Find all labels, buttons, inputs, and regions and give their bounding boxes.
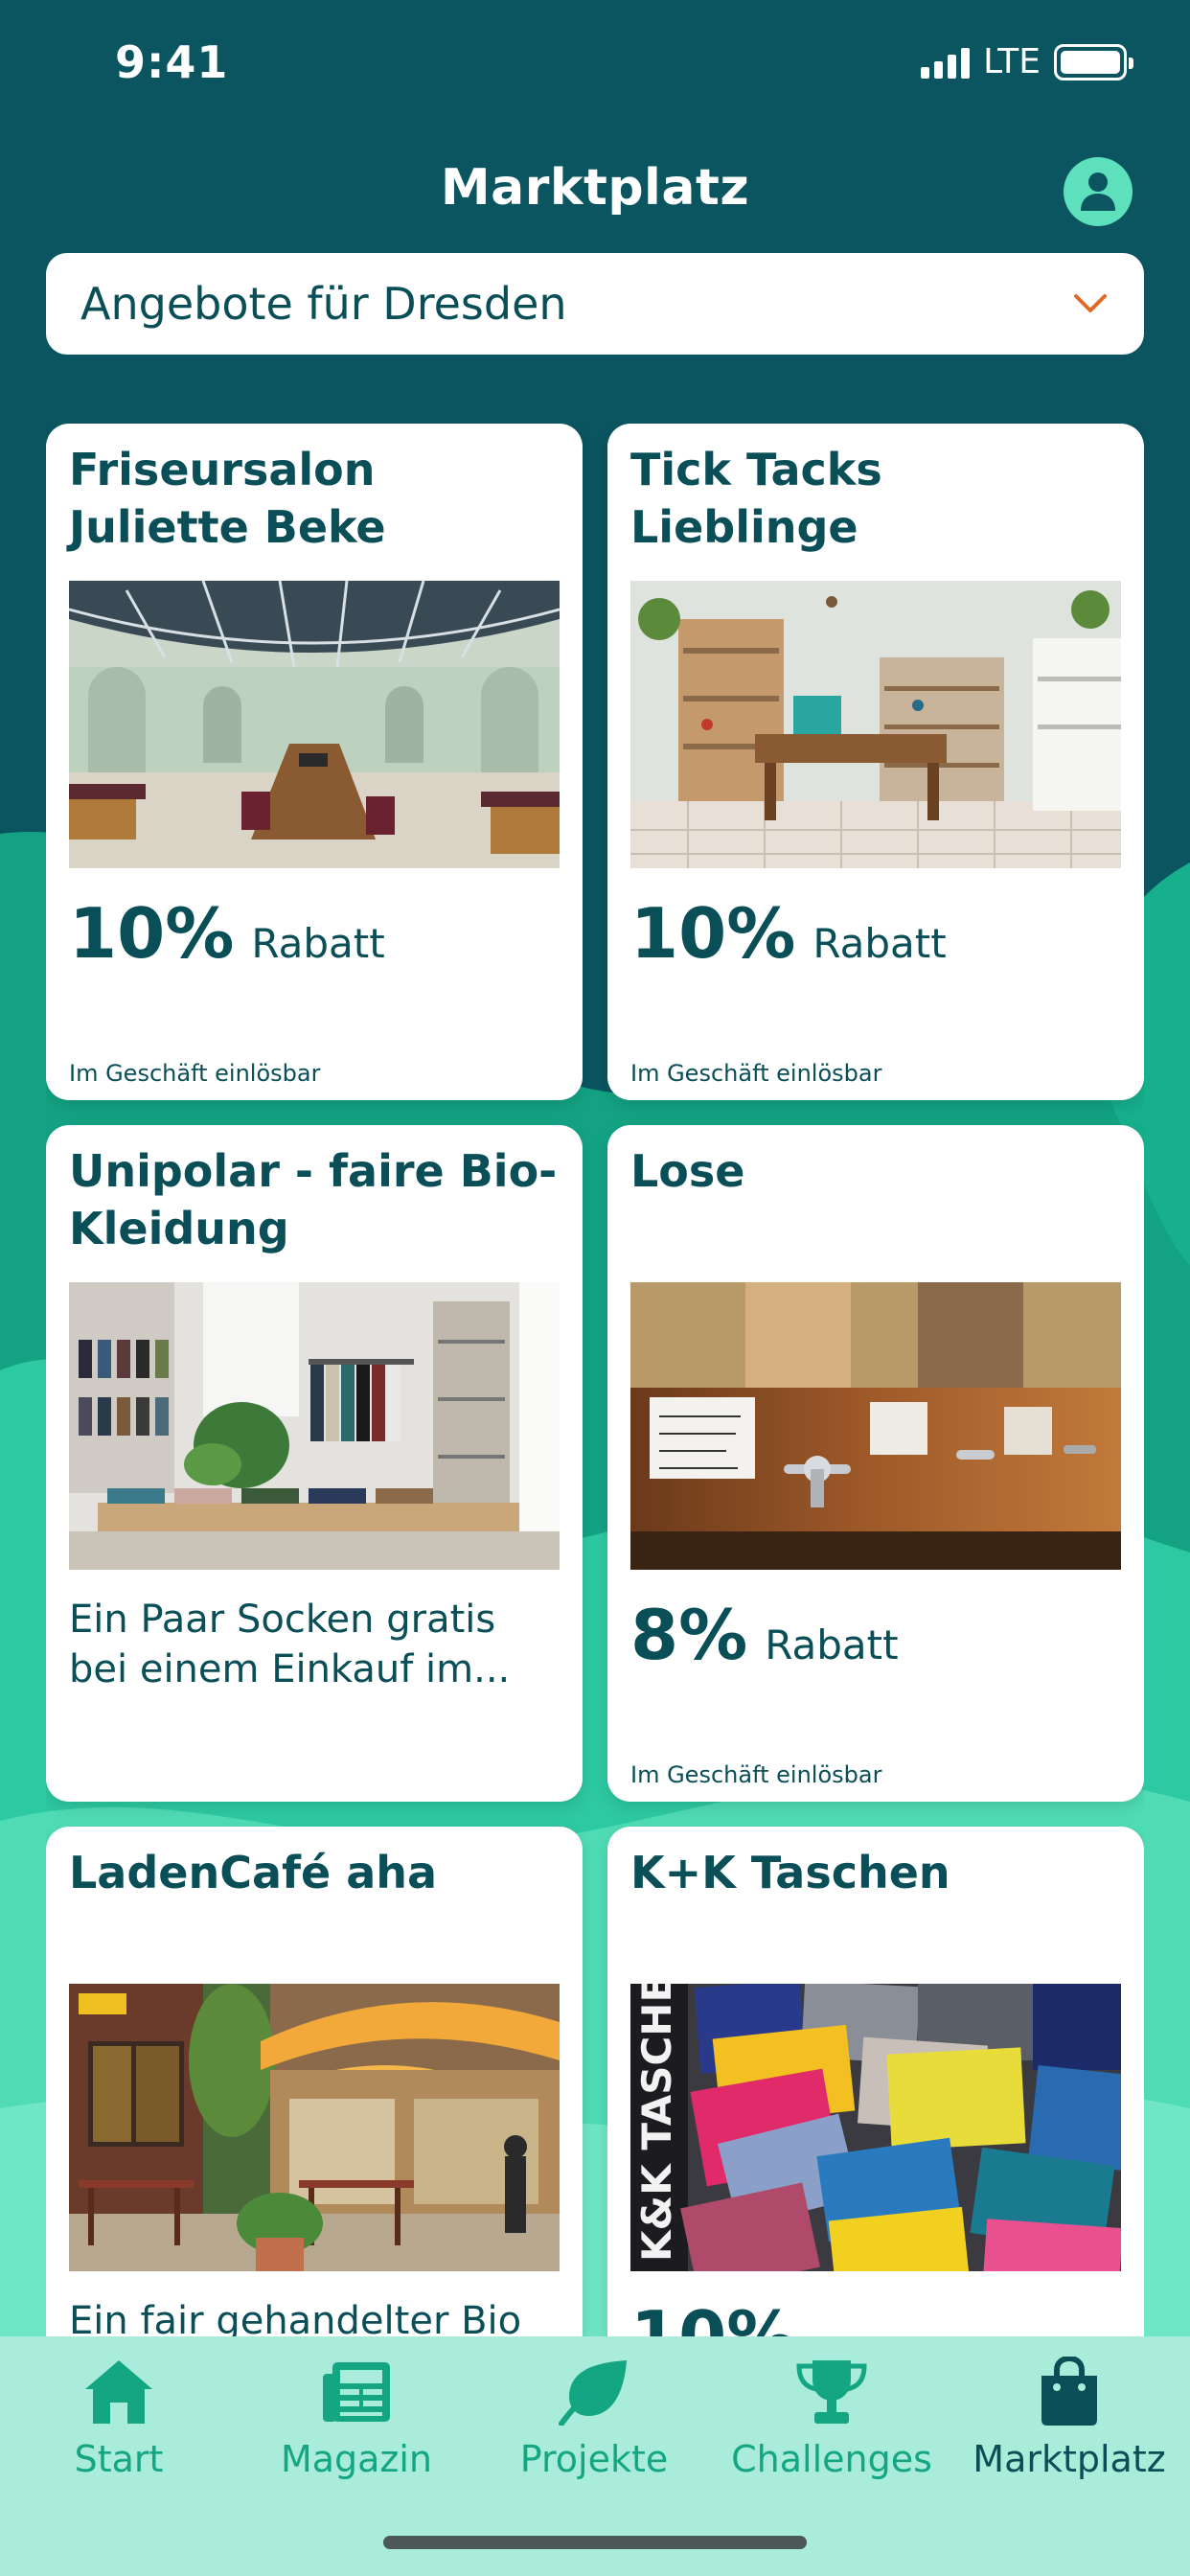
location-dropdown[interactable]: Angebote für Dresden [46, 253, 1144, 355]
trophy-icon [793, 2354, 870, 2430]
discount-value: 10% [630, 893, 796, 974]
tab-challenges[interactable]: Challenges [713, 2354, 950, 2507]
discount: 10% [630, 2296, 795, 2338]
tab-projekte[interactable]: Projekte [475, 2354, 713, 2507]
card-title: Unipolar - faire Bio-Kleidung [69, 1145, 558, 1254]
shopping-bag-icon [1031, 2354, 1108, 2430]
discount-label: Rabatt [765, 1622, 899, 1668]
cafe-image [69, 1984, 560, 2271]
page-title: Marktplatz [440, 159, 750, 217]
offers-grid: Friseursalon Juliette Beke 10% Rabatt Im… [46, 424, 1144, 2338]
offer-card[interactable]: Tick Tacks Lieblinge 10% Rabatt Im Gesch… [607, 424, 1144, 1100]
offer-card[interactable]: Friseursalon Juliette Beke 10% Rabatt Im… [46, 424, 583, 1100]
card-title: K+K Taschen [630, 1847, 950, 1898]
redeem-note: Im Geschäft einlösbar [69, 1060, 321, 1087]
status-bar: 9:41 LTE [0, 0, 1190, 125]
salon-image [69, 581, 560, 868]
profile-button[interactable] [1064, 157, 1133, 226]
discount-value: 10% [69, 893, 235, 974]
signal-icon [921, 46, 971, 79]
status-time: 9:41 [115, 36, 229, 88]
card-title: LadenCafé aha [69, 1847, 438, 1898]
tab-label: Magazin [280, 2438, 433, 2480]
discount: 8% Rabatt [630, 1595, 899, 1675]
discount-value: 8% [630, 1595, 748, 1675]
card-title: Friseursalon Juliette Beke [69, 444, 386, 553]
svg-text:K&K TASCHEN: K&K TASCHEN [633, 1984, 680, 2262]
home-indicator [383, 2536, 807, 2549]
discount-label: Rabatt [251, 920, 385, 967]
status-indicators: LTE [921, 42, 1133, 81]
discount-label: Rabatt [812, 920, 947, 967]
offer-description: Ein fair gehandelter Bio [69, 2299, 522, 2338]
tab-marktplatz[interactable]: Marktplatz [950, 2354, 1188, 2507]
offer-card[interactable]: Lose 8% Rabatt Im Geschäft einlösbar [607, 1125, 1144, 1802]
tab-label: Challenges [731, 2438, 932, 2480]
discount-value: 10% [630, 2296, 796, 2338]
battery-icon [1054, 43, 1133, 80]
offer-card[interactable]: Unipolar - faire Bio-Kleidung Ein Paar S… [46, 1125, 583, 1802]
newspaper-icon [318, 2354, 395, 2430]
chevron-down-icon [1071, 285, 1110, 323]
tab-magazin[interactable]: Magazin [238, 2354, 475, 2507]
discount: 10% Rabatt [69, 893, 385, 974]
redeem-note: Im Geschäft einlösbar [630, 1761, 882, 1788]
tab-start[interactable]: Start [0, 2354, 238, 2507]
shop-image [630, 581, 1121, 868]
bags-image: K&K TASCHEN [630, 1984, 1121, 2271]
tab-label: Projekte [519, 2438, 669, 2480]
leaf-icon [556, 2354, 632, 2430]
redeem-note: Im Geschäft einlösbar [630, 1060, 882, 1087]
offer-card[interactable]: LadenCafé aha Ein fair gehandelter Bio [46, 1827, 583, 2338]
clothing-store-image [69, 1282, 560, 1570]
offer-card[interactable]: K+K Taschen K&K TASCHEN 10% [607, 1827, 1144, 2338]
network-label: LTE [983, 42, 1041, 81]
discount: 10% Rabatt [630, 893, 947, 974]
header: Marktplatz [0, 144, 1190, 240]
offer-description: Ein Paar Socken gratis bei einem Einkauf… [69, 1598, 511, 1691]
card-title: Tick Tacks Lieblinge [630, 444, 882, 553]
tab-label: Start [74, 2438, 164, 2480]
location-label: Angebote für Dresden [80, 278, 567, 330]
bulk-dispenser-image [630, 1282, 1121, 1570]
card-title: Lose [630, 1145, 745, 1197]
home-icon [80, 2354, 157, 2430]
user-icon [1081, 172, 1115, 211]
tab-label: Marktplatz [973, 2438, 1166, 2480]
